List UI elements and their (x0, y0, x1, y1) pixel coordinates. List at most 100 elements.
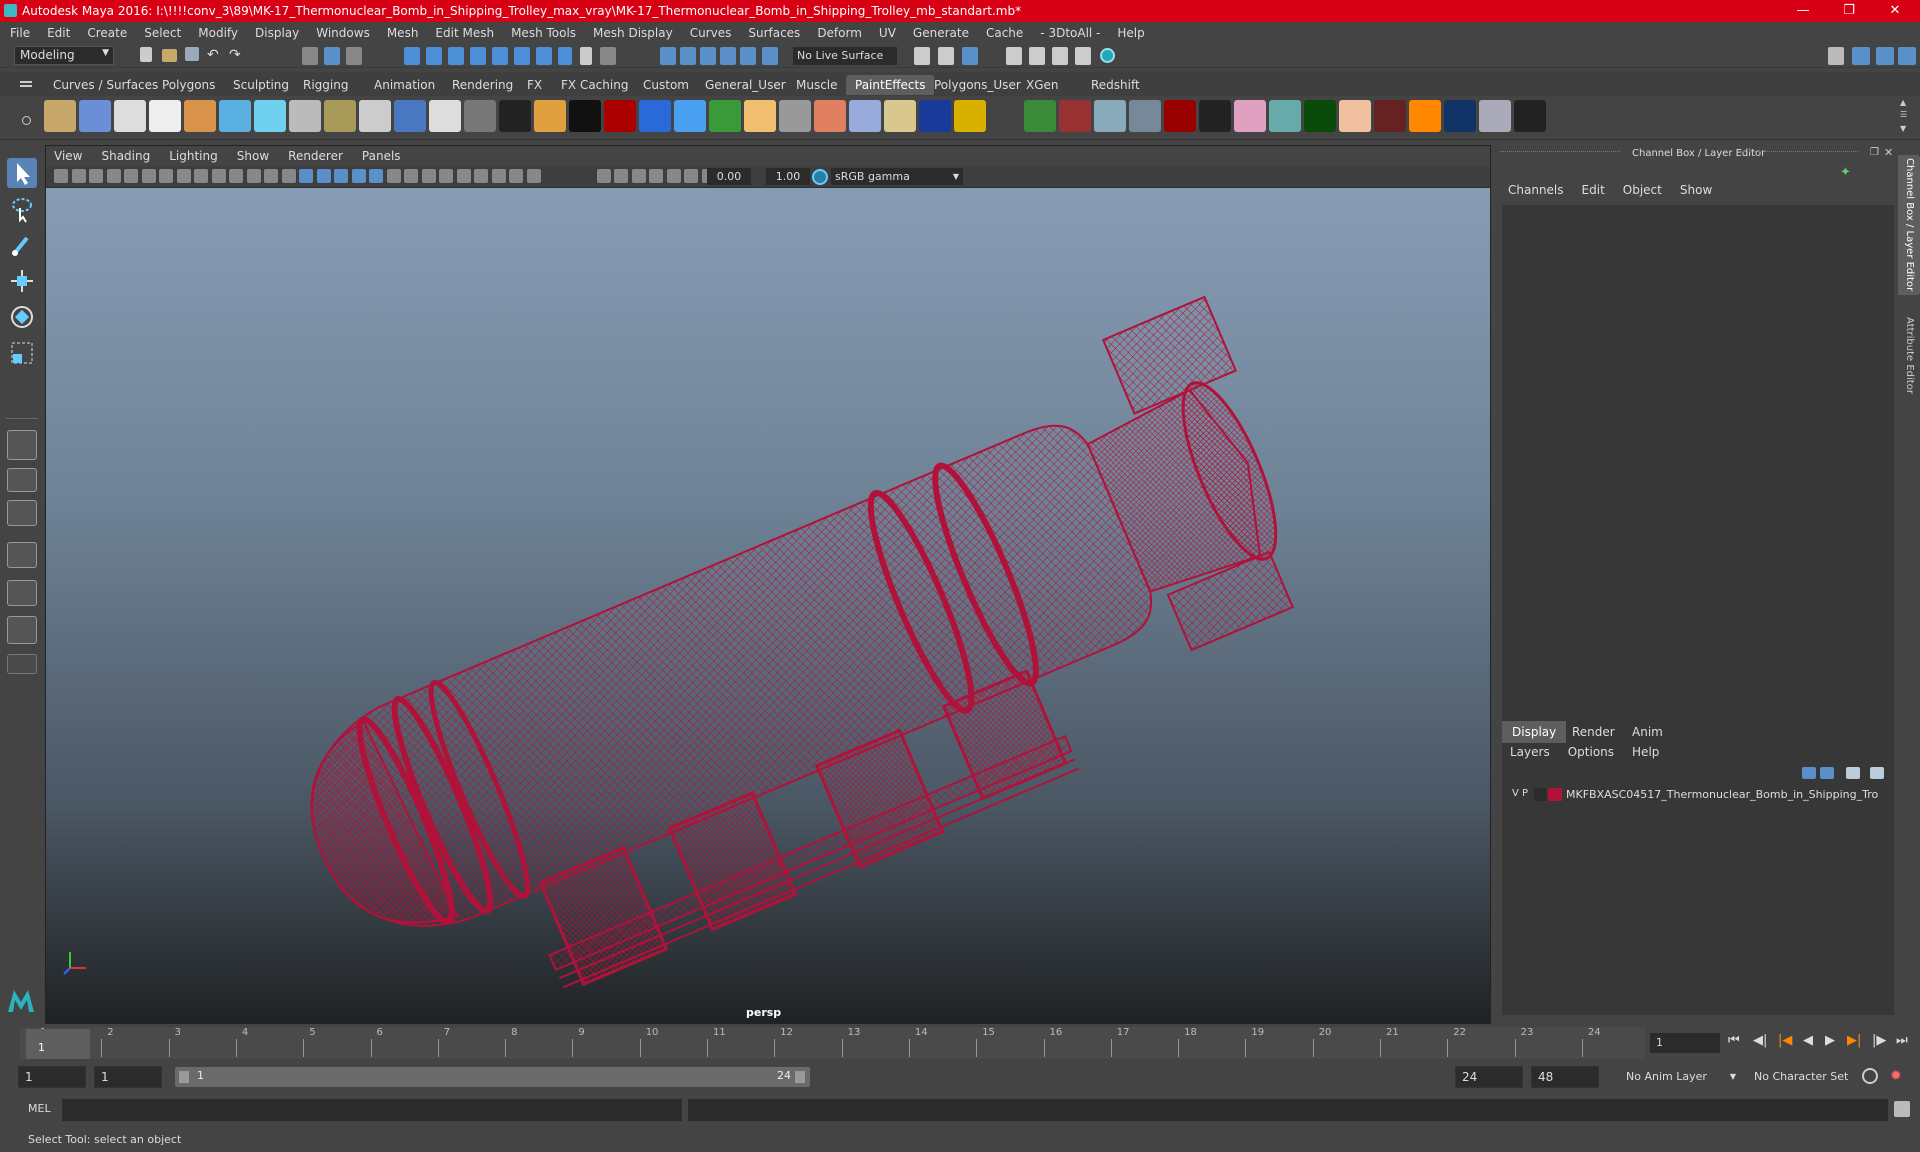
shelf-tab-redshift[interactable]: Redshift (1082, 75, 1149, 95)
animation-start-field[interactable]: 1 (18, 1066, 86, 1088)
outliner-layout-icon[interactable] (7, 616, 37, 644)
render-globals-icon[interactable] (1052, 47, 1068, 65)
range-slider[interactable]: 1 24 (175, 1067, 810, 1087)
menu-deform[interactable]: Deform (817, 26, 862, 40)
script-editor-icon[interactable] (1894, 1101, 1910, 1117)
shelf-brush-icon[interactable] (1234, 100, 1266, 132)
layer-move-up-icon[interactable] (1802, 767, 1816, 779)
menu-file[interactable]: File (10, 26, 30, 40)
open-scene-icon[interactable] (162, 49, 177, 62)
time-slider-track[interactable]: 123456789101112131415161718192021222324 (20, 1027, 1645, 1059)
float-icon[interactable]: ❐ (1870, 147, 1879, 158)
symmetry-icon[interactable] (600, 47, 616, 65)
snap-surface-icon[interactable] (492, 47, 508, 65)
lock-icon[interactable] (580, 47, 592, 65)
select-object-icon[interactable] (324, 47, 340, 65)
channels-menu-channels[interactable]: Channels (1508, 183, 1564, 201)
shelf-scroll-up-icon[interactable]: ▲ (1900, 98, 1906, 107)
shelf-brush-icon[interactable] (989, 100, 1021, 132)
shelf-tab-custom[interactable]: Custom (634, 75, 698, 95)
shelf-brush-icon[interactable] (499, 100, 531, 132)
layer-color-swatch[interactable] (1548, 788, 1562, 801)
four-pane-layout-icon[interactable] (7, 468, 37, 492)
workspace-icon[interactable] (1828, 47, 1844, 65)
shelf-brush-icon[interactable] (429, 100, 461, 132)
input-ops-icon[interactable] (700, 47, 716, 65)
rotate-tool-icon[interactable] (7, 302, 37, 332)
minimize-icon[interactable]: — (1780, 0, 1826, 22)
snap-live-icon[interactable] (514, 47, 530, 65)
menu-modify[interactable]: Modify (198, 26, 238, 40)
shelf-brush-icon[interactable] (359, 100, 391, 132)
snap-curve-icon[interactable] (426, 47, 442, 65)
shelf-brush-icon[interactable] (149, 100, 181, 132)
menu-create[interactable]: Create (87, 26, 127, 40)
command-input[interactable] (62, 1099, 682, 1121)
layer-menu-options[interactable]: Options (1568, 745, 1614, 763)
layer-name[interactable]: MKFBXASC04517_Thermonuclear_Bomb_in_Ship… (1566, 788, 1878, 801)
shelf-brush-icon[interactable] (1374, 100, 1406, 132)
go-to-end-icon[interactable]: ⏭ (1896, 1033, 1908, 1048)
shelf-brush-icon[interactable] (1409, 100, 1441, 132)
makelive-icon[interactable] (762, 47, 778, 65)
side-tab-channel-box[interactable]: Channel Box / Layer Editor (1898, 155, 1920, 295)
menu--3dtoall-[interactable]: - 3DtoAll - (1040, 26, 1100, 40)
shelf-brush-icon[interactable] (884, 100, 916, 132)
layer-row[interactable]: V P MKFBXASC04517_Thermonuclear_Bomb_in_… (1502, 785, 1894, 805)
menu-edit-mesh[interactable]: Edit Mesh (435, 26, 494, 40)
menu-windows[interactable]: Windows (316, 26, 370, 40)
hypershade-icon[interactable] (1029, 47, 1045, 65)
shelf-brush-icon[interactable] (114, 100, 146, 132)
character-set-dropdown[interactable]: No Character Set (1750, 1067, 1866, 1087)
step-back-key-icon[interactable]: ◀| (1753, 1033, 1767, 1048)
new-layer-empty-icon[interactable] (1846, 767, 1860, 779)
shelf-tab-polygons[interactable]: Polygons (153, 75, 224, 95)
shelf-brush-icon[interactable] (1094, 100, 1126, 132)
anim-layer-dropdown[interactable]: No Anim Layer ▼ (1622, 1067, 1740, 1087)
shelf-brush-icon[interactable] (639, 100, 671, 132)
shelf-brush-icon[interactable] (919, 100, 951, 132)
layer-menu-layers[interactable]: Layers (1510, 745, 1550, 763)
manipulator-icon[interactable]: ✦ (1840, 165, 1854, 180)
close-icon[interactable]: ✕ (1872, 0, 1918, 22)
go-to-start-icon[interactable]: ⏮ (1728, 1033, 1740, 1048)
shelf-tab-curves-surfaces[interactable]: Curves / Surfaces (44, 75, 167, 95)
step-back-frame-icon[interactable]: |◀ (1778, 1033, 1792, 1048)
shelf-brush-icon[interactable] (464, 100, 496, 132)
shelf-brush-icon[interactable] (744, 100, 776, 132)
shelf-tab-general-user[interactable]: General_User (696, 75, 795, 95)
menu-edit[interactable]: Edit (47, 26, 70, 40)
shelf-brush-icon[interactable] (1514, 100, 1546, 132)
shelf-tab-sculpting[interactable]: Sculpting (224, 75, 298, 95)
side-by-side-layout-icon[interactable] (7, 500, 37, 526)
render-frame-icon[interactable] (938, 47, 954, 65)
menu-curves[interactable]: Curves (690, 26, 732, 40)
menu-uv[interactable]: UV (879, 26, 896, 40)
live-surface-field[interactable]: No Live Surface (793, 47, 897, 65)
maximize-icon[interactable]: ❐ (1826, 0, 1872, 22)
shelf-scroll-menu-icon[interactable]: ☰ (1900, 110, 1907, 119)
mode-dropdown[interactable]: Modeling ▼ (14, 46, 114, 65)
shelf-brush-icon[interactable] (1339, 100, 1371, 132)
shelf-brush-icon[interactable] (604, 100, 636, 132)
layer-move-down-icon[interactable] (1820, 767, 1834, 779)
shelf-brush-icon[interactable] (1024, 100, 1056, 132)
play-forward-icon[interactable]: ▶ (1825, 1033, 1835, 1048)
range-slider-end-handle[interactable] (795, 1071, 805, 1083)
snap-point-icon[interactable] (448, 47, 464, 65)
select-component-icon[interactable] (346, 47, 362, 65)
playback-start-field[interactable]: 1 (94, 1066, 162, 1088)
step-forward-key-icon[interactable]: |▶ (1872, 1033, 1886, 1048)
shelf-tab-fx-caching[interactable]: FX Caching (552, 75, 637, 95)
time-slider[interactable]: 123456789101112131415161718192021222324 … (0, 1025, 1920, 1061)
shelf-tab-fx[interactable]: FX (518, 75, 551, 95)
render-settings-icon[interactable] (1006, 47, 1022, 65)
step-forward-frame-icon[interactable]: ▶| (1847, 1033, 1861, 1048)
render-view-icon[interactable] (914, 47, 930, 65)
history-icon[interactable] (660, 47, 676, 65)
menu-help[interactable]: Help (1117, 26, 1144, 40)
snap-view-icon[interactable] (470, 47, 486, 65)
shelf-brush-icon[interactable] (289, 100, 321, 132)
new-layer-selected-icon[interactable] (1870, 767, 1884, 779)
target-icon[interactable] (1100, 48, 1115, 63)
